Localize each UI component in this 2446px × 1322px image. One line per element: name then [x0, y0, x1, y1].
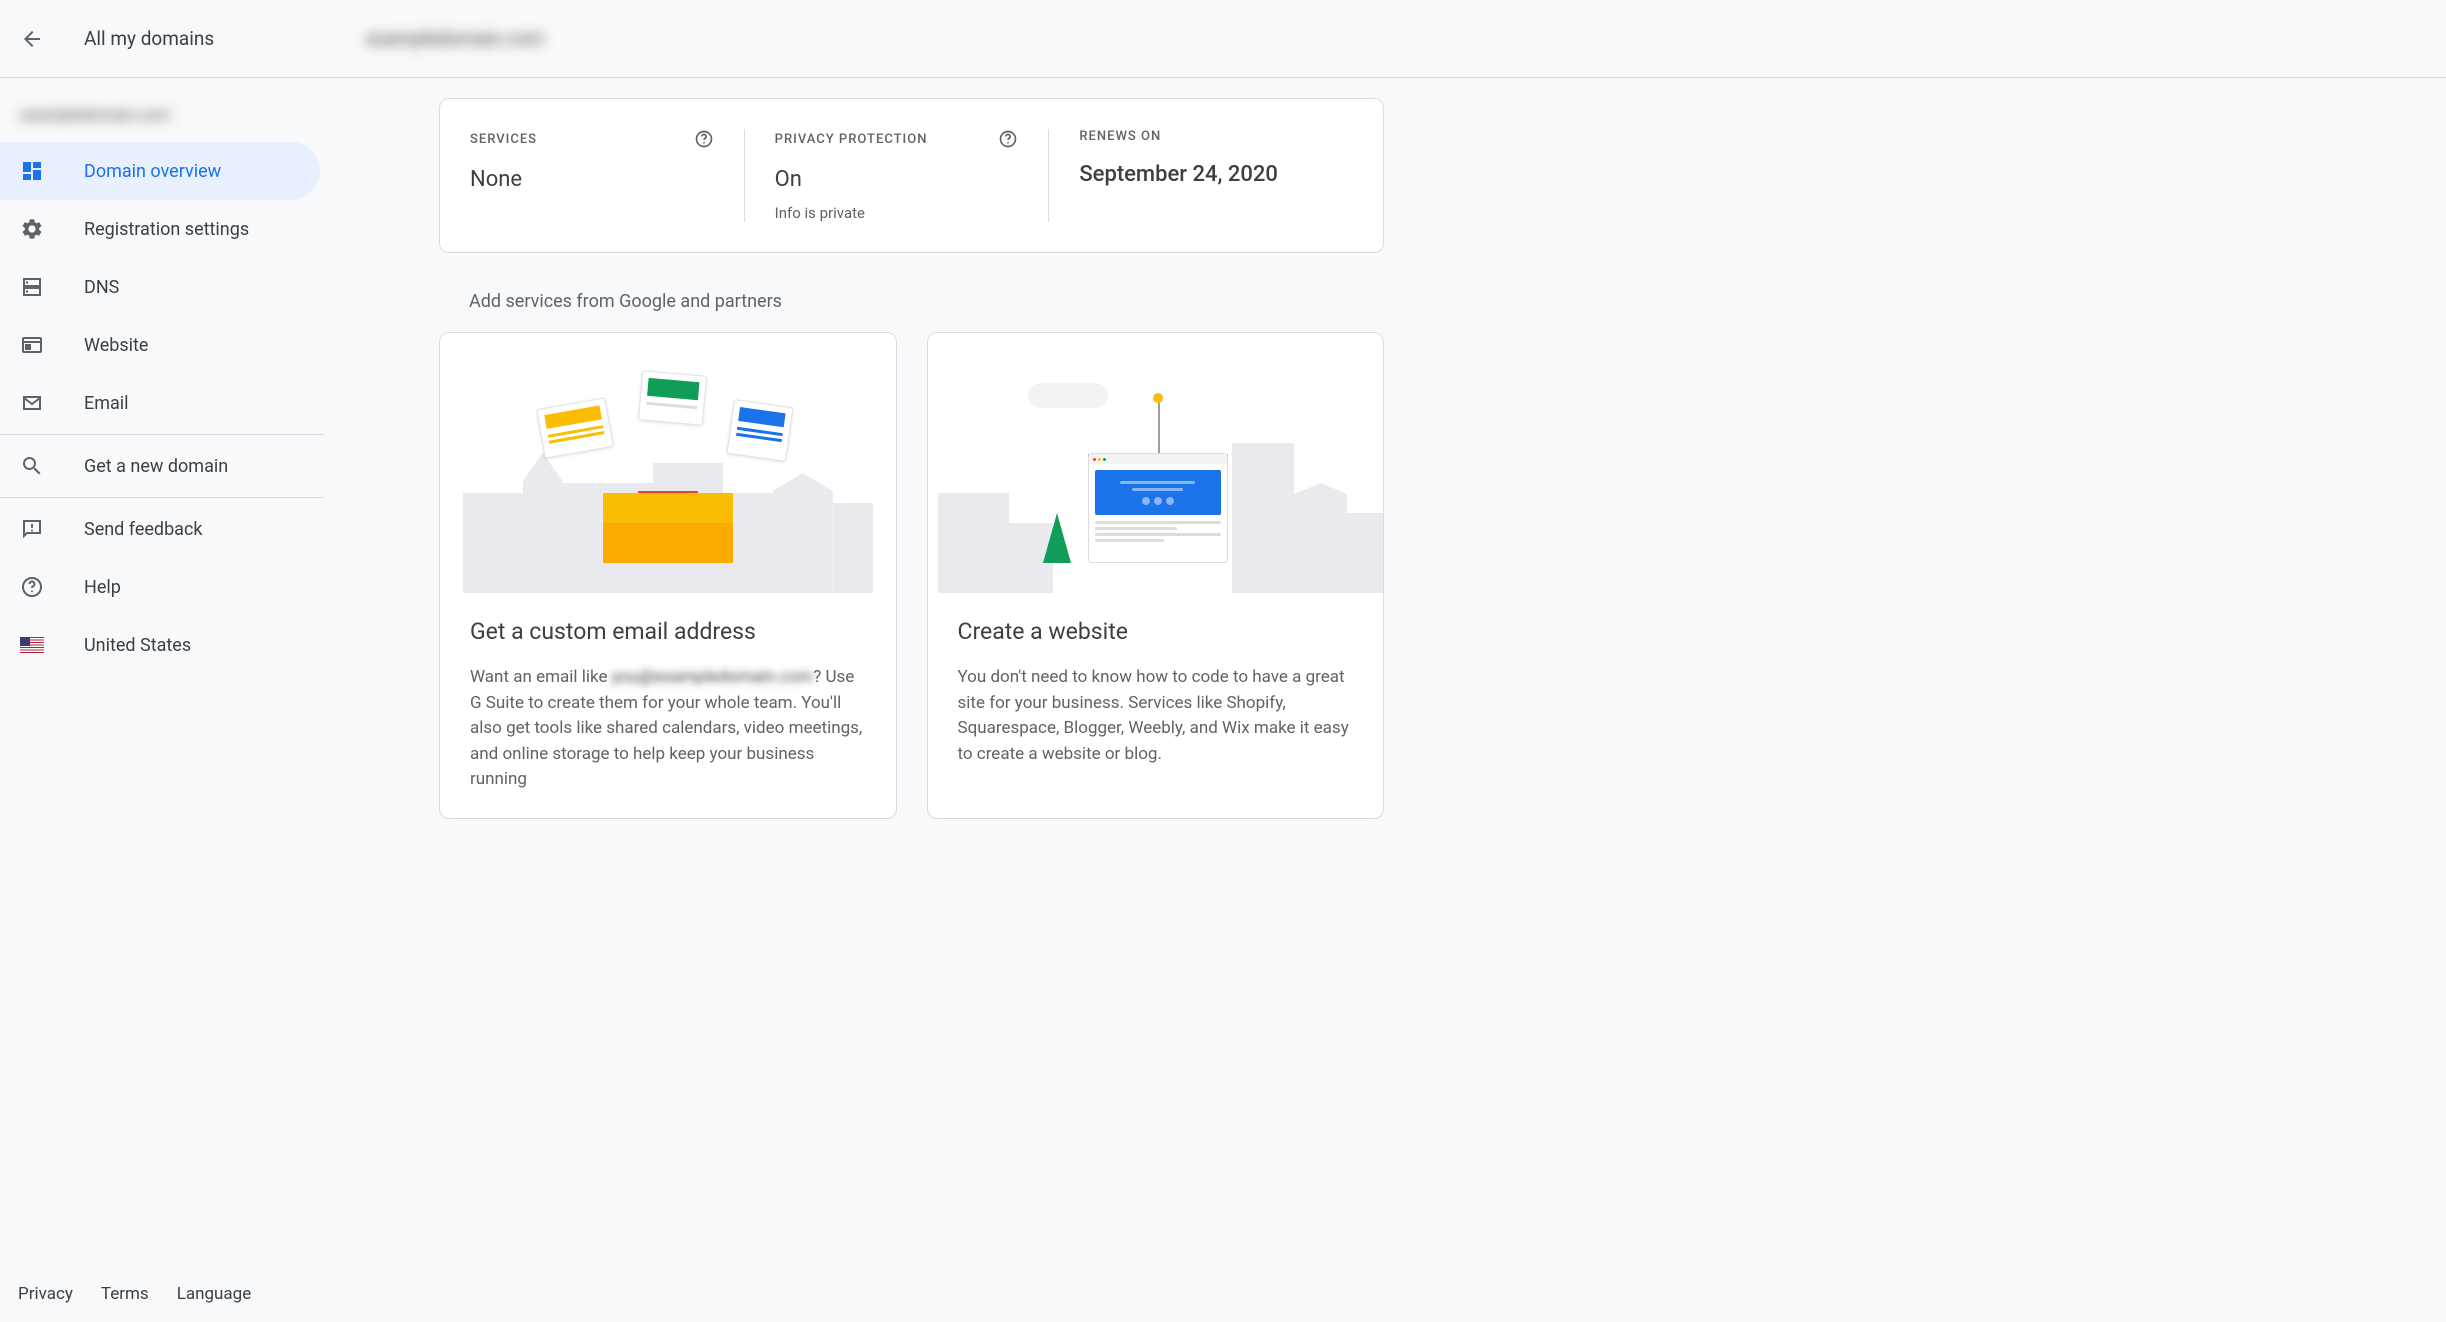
domain-name-blurred: exampledomain.com — [366, 27, 544, 50]
nav-label: Domain overview — [84, 161, 221, 182]
topbar-title: All my domains — [84, 27, 214, 50]
nav-label: Registration settings — [84, 219, 249, 240]
feedback-icon — [20, 517, 44, 541]
info-services: SERVICES None — [470, 129, 744, 222]
card-title: Create a website — [958, 618, 1354, 645]
dns-icon — [20, 275, 44, 299]
nav-send-feedback[interactable]: Send feedback — [0, 500, 320, 558]
info-label: PRIVACY PROTECTION — [775, 132, 928, 147]
nav-label: Help — [84, 577, 121, 598]
footer-language[interactable]: Language — [177, 1284, 252, 1304]
nav-label: United States — [84, 635, 191, 656]
nav-label: Send feedback — [84, 519, 203, 540]
info-value: September 24, 2020 — [1079, 162, 1323, 187]
info-sub: Info is private — [775, 204, 1019, 222]
email-service-card[interactable]: Get a custom email address Want an email… — [439, 332, 897, 819]
sidebar-domain-blurred: exampledomain.com — [20, 105, 170, 124]
nav-get-new-domain[interactable]: Get a new domain — [0, 437, 320, 495]
nav-label: DNS — [84, 277, 119, 298]
nav-email[interactable]: Email — [0, 374, 320, 432]
help-icon[interactable] — [998, 129, 1018, 149]
nav-domain-overview[interactable]: Domain overview — [0, 142, 320, 200]
nav-registration-settings[interactable]: Registration settings — [0, 200, 320, 258]
footer-terms[interactable]: Terms — [101, 1284, 149, 1304]
nav-label: Get a new domain — [84, 456, 228, 477]
card-title: Get a custom email address — [470, 618, 866, 645]
nav-country[interactable]: United States — [0, 616, 320, 674]
email-illustration — [440, 333, 896, 593]
help-icon — [20, 575, 44, 599]
card-text: You don't need to know how to code to ha… — [958, 665, 1354, 767]
domain-info-card: SERVICES None PRIVACY PROTECTION On Info… — [439, 98, 1384, 253]
info-label: SERVICES — [470, 132, 537, 147]
info-value: None — [470, 167, 714, 192]
arrow-left-icon — [20, 27, 44, 51]
nav-website[interactable]: Website — [0, 316, 320, 374]
website-icon — [20, 333, 44, 357]
website-service-card[interactable]: Create a website You don't need to know … — [927, 332, 1385, 819]
email-icon — [20, 391, 44, 415]
nav-label: Website — [84, 335, 148, 356]
back-button[interactable] — [20, 27, 44, 51]
nav-help[interactable]: Help — [0, 558, 320, 616]
info-renews: RENEWS ON September 24, 2020 — [1049, 129, 1353, 222]
search-icon — [20, 454, 44, 478]
info-privacy: PRIVACY PROTECTION On Info is private — [744, 129, 1050, 222]
help-icon[interactable] — [694, 129, 714, 149]
info-value: On — [775, 167, 1019, 192]
gear-icon — [20, 217, 44, 241]
us-flag-icon — [20, 633, 44, 657]
footer-privacy[interactable]: Privacy — [18, 1284, 73, 1304]
nav-label: Email — [84, 393, 129, 414]
services-heading: Add services from Google and partners — [469, 291, 1384, 312]
website-illustration — [928, 333, 1384, 593]
info-label: RENEWS ON — [1079, 129, 1161, 144]
nav-dns[interactable]: DNS — [0, 258, 320, 316]
card-text: Want an email like you@exampledomain.com… — [470, 665, 866, 793]
dashboard-icon — [20, 159, 44, 183]
